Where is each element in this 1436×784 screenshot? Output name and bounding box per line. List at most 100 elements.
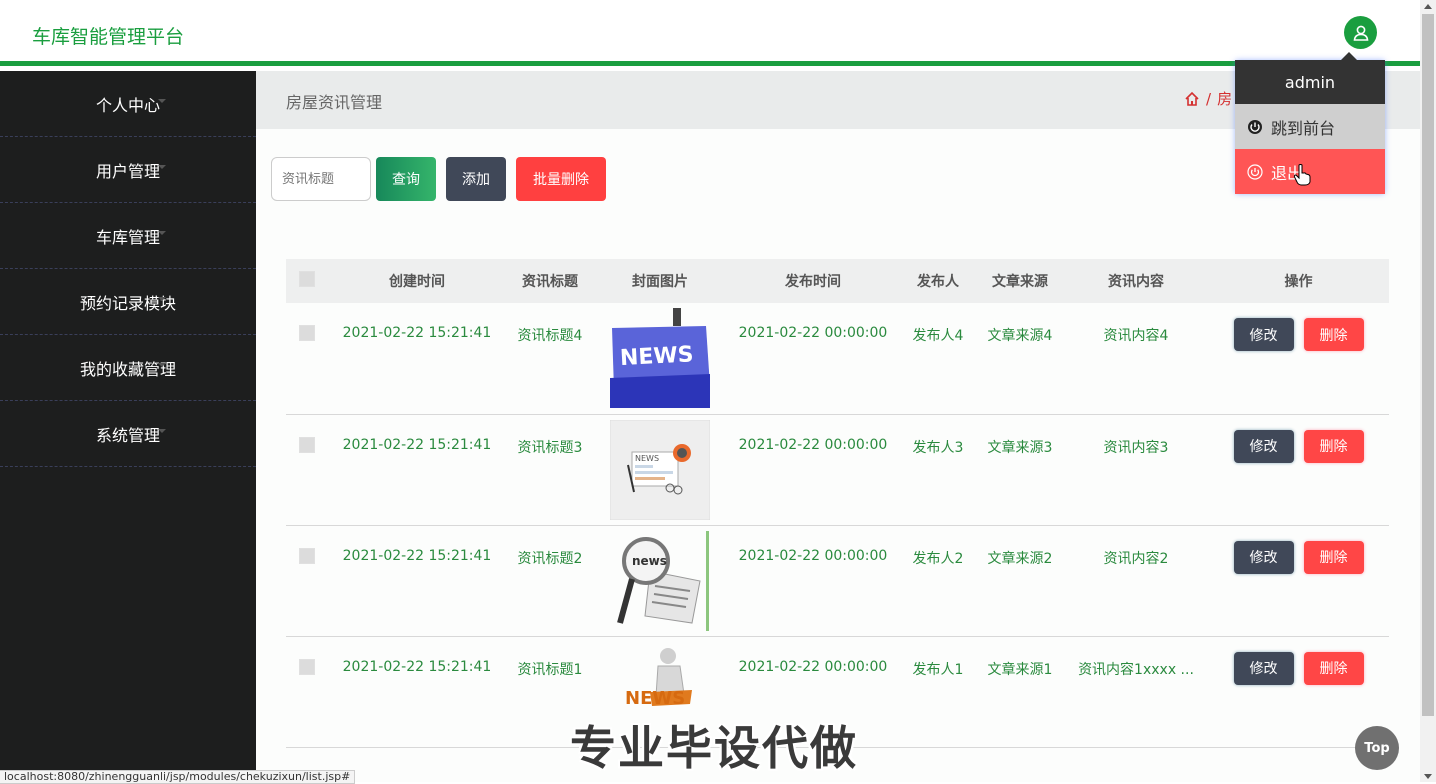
sidebar-item-user-management[interactable]: 用户管理 [0,137,256,203]
sidebar-item-label: 系统管理 [95,425,160,445]
created-time-cell: 2021-02-22 15:21:41 [342,436,492,453]
svg-text:news: news [632,554,667,568]
home-icon[interactable] [1184,91,1200,107]
top-header: 车库智能管理平台 [0,0,1420,66]
caret-down-icon [158,99,166,103]
delete-button[interactable]: 删除 [1303,540,1364,574]
published-time-cell: 2021-02-22 00:00:00 [738,436,888,453]
column-header: 发布人 [917,274,959,290]
svg-text:NEWS: NEWS [635,454,659,463]
delete-button[interactable]: 删除 [1303,318,1364,351]
user-icon [1353,25,1368,41]
created-time-cell: 2021-02-22 15:21:41 [342,325,492,341]
title-cell: 资讯标题4 [517,328,583,344]
row-checkbox[interactable] [299,547,315,564]
sidebar-item-label: 个人中心 [95,95,160,115]
back-to-top-button[interactable]: Top [1355,726,1399,770]
add-button[interactable]: 添加 [446,157,506,201]
created-time-cell: 2021-02-22 15:21:41 [342,547,492,564]
content-cell: 资讯内容3 [1103,439,1169,456]
scrollbar-thumb[interactable] [1422,14,1434,716]
column-header: 资讯内容 [1108,274,1164,290]
sidebar-item-label: 用户管理 [95,161,160,181]
news-paper-image: NEWS [610,419,710,520]
delete-button[interactable]: 删除 [1303,429,1364,463]
sidebar-item-garage-management[interactable]: 车库管理 [0,203,256,269]
scroll-down-arrow-icon[interactable] [1424,774,1432,779]
published-time-cell: 2021-02-22 00:00:00 [738,547,888,564]
row-checkbox[interactable] [299,325,315,341]
column-header: 发布时间 [785,274,841,290]
power-icon [1248,119,1262,134]
search-toolbar: 查询 添加 批量删除 [271,157,606,201]
go-to-frontend-menu-item[interactable]: 跳到前台 [1235,104,1385,149]
batch-delete-button[interactable]: 批量删除 [516,157,606,201]
sidebar-item-personal-center[interactable]: 个人中心 [0,71,256,137]
query-button[interactable]: 查询 [376,157,436,201]
table-row: 2021-02-22 15:21:41 资讯标题2 news 2021-02-2… [286,525,1389,636]
table-row: 2021-02-22 15:21:41 资讯标题4 NEWS 2021-02-2… [286,303,1389,414]
row-checkbox[interactable] [299,658,315,675]
scroll-up-arrow-icon[interactable] [1424,4,1432,9]
edit-button[interactable]: 修改 [1233,318,1294,351]
news-magnifier-image: news [610,530,710,631]
sidebar: 个人中心 用户管理 车库管理 预约记录模块 我的收藏管理 系统管理 [0,71,256,782]
source-cell: 文章来源3 [987,439,1053,456]
sidebar-item-label: 我的收藏管理 [79,359,176,379]
sidebar-item-label: 预约记录模块 [79,293,176,313]
content-cell: 资讯内容2 [1103,550,1169,567]
edit-button[interactable]: 修改 [1233,651,1294,685]
publisher-cell: 发布人2 [912,550,964,567]
row-checkbox[interactable] [299,436,315,453]
breadcrumb-current[interactable]: 房 [1217,88,1232,109]
sidebar-item-label: 车库管理 [95,227,160,247]
title-search-input[interactable] [271,157,371,201]
select-all-checkbox[interactable] [299,271,315,287]
column-header: 创建时间 [389,274,445,290]
caret-down-icon [158,231,166,235]
published-time-cell: 2021-02-22 00:00:00 [738,325,888,341]
edit-button[interactable]: 修改 [1233,540,1294,574]
caret-down-icon [158,165,166,169]
sidebar-item-favorites[interactable]: 我的收藏管理 [0,335,256,401]
caret-down-icon [158,297,166,301]
user-avatar-button[interactable] [1344,16,1377,49]
sidebar-item-system-management[interactable]: 系统管理 [0,401,256,467]
table-header-row: 创建时间 资讯标题 封面图片 发布时间 发布人 文章来源 资讯内容 操作 [286,259,1389,303]
table-row: 2021-02-22 15:21:41 资讯标题3 NEWS 2021-02-2… [286,414,1389,525]
caret-down-icon [158,363,166,367]
title-cell: 资讯标题3 [517,439,583,456]
publisher-cell: 发布人1 [912,661,964,678]
page-title: 房屋资讯管理 [286,93,383,112]
publisher-cell: 发布人4 [912,328,964,344]
title-cell: 资讯标题2 [517,550,583,567]
content-cell: 资讯内容4 [1103,328,1169,344]
column-header: 资讯标题 [522,274,578,290]
caret-down-icon [158,429,166,433]
user-dropdown-menu: admin 跳到前台 退出 [1235,52,1385,194]
delete-button[interactable]: 删除 [1303,651,1364,685]
column-header: 操作 [1284,274,1313,290]
source-cell: 文章来源4 [987,328,1053,344]
menu-item-label: 跳到前台 [1271,118,1336,138]
dropdown-arrow [1341,52,1357,60]
breadcrumb: / 房 [1184,88,1232,109]
breadcrumb-separator: / [1206,89,1212,108]
news-table: 创建时间 资讯标题 封面图片 发布时间 发布人 文章来源 资讯内容 操作 202… [286,259,1389,748]
power-icon [1247,163,1263,180]
column-header: 文章来源 [992,274,1048,290]
sidebar-item-reservation-records[interactable]: 预约记录模块 [0,269,256,335]
svg-text:NEWS: NEWS [619,342,694,371]
hand-pointer-icon [1293,163,1311,185]
publisher-cell: 发布人3 [912,439,964,456]
brand-title: 车库智能管理平台 [32,26,185,48]
content-cell: 资讯内容1xxxx ... [1078,661,1194,678]
dropdown-username: admin [1235,60,1385,104]
source-cell: 文章来源2 [987,550,1053,567]
logout-menu-item[interactable]: 退出 [1235,149,1385,194]
column-header: 封面图片 [632,274,688,290]
edit-button[interactable]: 修改 [1233,429,1294,463]
source-cell: 文章来源1 [987,661,1053,678]
svg-text:NEWS: NEWS [625,688,685,709]
news-keyboard-image: NEWS [610,308,710,408]
